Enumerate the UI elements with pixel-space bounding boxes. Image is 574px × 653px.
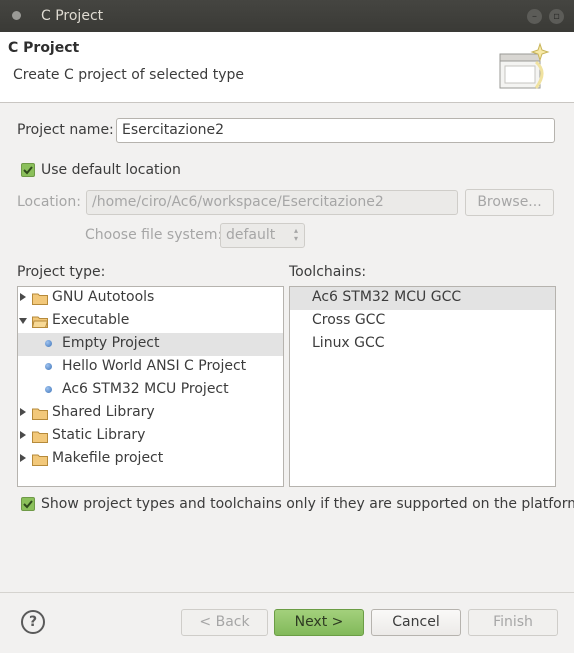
project-bullet-icon (45, 386, 52, 393)
wizard-banner-icon (499, 42, 550, 89)
tree-item-label: Empty Project (62, 335, 160, 351)
tree-item-static-library[interactable]: Static Library (18, 425, 283, 448)
tree-item-gnu-autotools[interactable]: GNU Autotools (18, 287, 283, 310)
use-default-location-label: Use default location (41, 162, 181, 178)
expand-arrow-icon[interactable] (20, 454, 26, 462)
wizard-description: Create C project of selected type (13, 67, 244, 83)
help-icon[interactable]: ? (21, 610, 45, 634)
tree-item-label: Shared Library (52, 404, 155, 420)
tree-item-ac6-stm32-mcu-project[interactable]: Ac6 STM32 MCU Project (18, 379, 283, 402)
toolchain-item-ac6-stm32-mcu-gcc[interactable]: Ac6 STM32 MCU GCC (290, 287, 555, 310)
folder-open-icon (32, 316, 48, 328)
checkmark-icon (23, 500, 33, 509)
folder-icon (32, 454, 48, 466)
tree-item-shared-library[interactable]: Shared Library (18, 402, 283, 425)
spinner-arrows-icon: ▴ ▾ (293, 226, 298, 243)
use-default-location-checkbox[interactable] (21, 163, 35, 177)
folder-icon (32, 431, 48, 443)
browse-button[interactable]: Browse... (465, 189, 554, 216)
file-system-select[interactable]: default ▴ ▾ (220, 223, 305, 248)
tree-item-empty-project[interactable]: Empty Project (18, 333, 283, 356)
project-name-input[interactable]: Esercitazione2 (116, 118, 555, 143)
toolchain-item-label: Ac6 STM32 MCU GCC (312, 289, 462, 305)
toolchain-item-linux-gcc[interactable]: Linux GCC (290, 333, 555, 356)
expand-arrow-icon[interactable] (20, 293, 26, 301)
location-input[interactable]: /home/ciro/Ac6/workspace/Esercitazione2 (86, 190, 458, 215)
window-menu-icon[interactable] (12, 11, 21, 20)
toolchain-item-cross-gcc[interactable]: Cross GCC (290, 310, 555, 333)
project-type-label: Project type: (17, 264, 106, 280)
tree-item-label: Executable (52, 312, 130, 328)
footer-separator (0, 592, 574, 593)
project-name-label: Project name: (17, 122, 114, 138)
file-system-value: default (226, 227, 276, 243)
toolchains-label: Toolchains: (289, 264, 367, 280)
window-titlebar: C Project – ▫ (0, 0, 574, 32)
tree-item-label: Hello World ANSI C Project (62, 358, 247, 374)
toolchains-list[interactable]: Ac6 STM32 MCU GCC Cross GCC Linux GCC (289, 286, 556, 487)
show-supported-label: Show project types and toolchains only i… (41, 496, 574, 512)
show-supported-checkbox[interactable] (21, 497, 35, 511)
file-system-label: Choose file system: (85, 227, 223, 243)
next-button[interactable]: Next > (274, 609, 364, 636)
project-bullet-icon (45, 340, 52, 347)
tree-item-hello-world-ansi-c[interactable]: Hello World ANSI C Project (18, 356, 283, 379)
project-bullet-icon (45, 363, 52, 370)
cancel-button[interactable]: Cancel (371, 609, 461, 636)
finish-button[interactable]: Finish (468, 609, 558, 636)
wizard-title: C Project (8, 40, 80, 56)
tree-item-label: GNU Autotools (52, 289, 155, 305)
toolchain-item-label: Linux GCC (312, 335, 385, 351)
location-label: Location: (17, 194, 81, 210)
tree-item-label: Ac6 STM32 MCU Project (62, 381, 229, 397)
tree-item-label: Static Library (52, 427, 146, 443)
maximize-icon[interactable]: ▫ (549, 9, 564, 24)
expand-arrow-icon[interactable] (20, 431, 26, 439)
folder-icon (32, 408, 48, 420)
checkmark-icon (23, 166, 33, 175)
tree-item-executable[interactable]: Executable (18, 310, 283, 333)
project-type-tree[interactable]: GNU Autotools Executable Empty Project H… (17, 286, 284, 487)
expand-arrow-icon[interactable] (20, 408, 26, 416)
toolchain-item-label: Cross GCC (312, 312, 386, 328)
folder-icon (32, 293, 48, 305)
back-button[interactable]: < Back (181, 609, 268, 636)
minimize-icon[interactable]: – (527, 9, 542, 24)
window-title: C Project (41, 8, 104, 24)
wizard-header: C Project Create C project of selected t… (0, 32, 574, 103)
tree-item-makefile-project[interactable]: Makefile project (18, 448, 283, 471)
tree-item-label: Makefile project (52, 450, 164, 466)
collapse-arrow-icon[interactable] (19, 318, 27, 324)
